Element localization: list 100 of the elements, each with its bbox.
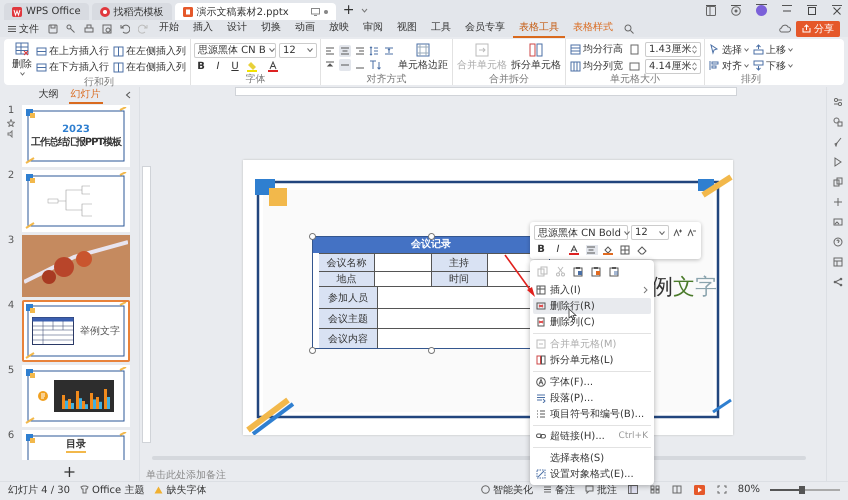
delete-button[interactable]: 删除 <box>11 41 33 77</box>
notes-button[interactable]: 备注 <box>542 482 575 496</box>
number-field[interactable]: 1.43厘米 <box>645 42 701 56</box>
text-direction-icon[interactable] <box>368 58 384 70</box>
file-menu-button[interactable]: 文件 <box>4 22 43 36</box>
align-button[interactable]: 对齐 <box>708 58 750 72</box>
print-icon[interactable] <box>84 24 94 34</box>
size-dropdown[interactable]: 12 <box>279 42 317 58</box>
insert-column-button[interactable]: 在右侧插入列 <box>112 60 187 74</box>
clipboard-icon[interactable] <box>591 266 602 277</box>
shrink-font-icon[interactable] <box>687 228 696 237</box>
sliders-icon[interactable] <box>832 97 842 107</box>
grow-font-icon[interactable] <box>673 228 682 237</box>
window-tab[interactable]: 演示文稿素材2.pptx <box>174 3 336 20</box>
bold-button[interactable]: B <box>194 60 208 72</box>
menu-item[interactable]: 超链接(H)... Ctrl+K <box>533 425 651 444</box>
share-button[interactable]: 分享 <box>796 20 840 36</box>
menu-item[interactable]: 项目符号和编号(B)... <box>533 406 651 422</box>
borders-icon[interactable] <box>620 244 632 254</box>
size-dropdown[interactable]: 12 <box>631 225 669 240</box>
menu-tab[interactable]: 审阅 <box>357 19 389 38</box>
menu-tab[interactable]: 动画 <box>289 19 321 38</box>
missing-font-button[interactable]: 缺失字体 <box>154 482 206 496</box>
slide-thumbnail[interactable]: 举例文字 <box>22 300 130 362</box>
preview-icon[interactable] <box>102 24 112 34</box>
avatar-icon[interactable] <box>756 4 767 16</box>
cloud-icon[interactable] <box>779 24 791 34</box>
search-icon[interactable] <box>624 24 634 34</box>
align-middle-icon[interactable] <box>339 58 351 70</box>
menu-tab[interactable]: 放映 <box>323 19 355 38</box>
collapse-icon[interactable] <box>125 91 131 99</box>
cell-margin-button[interactable]: 单元格边距 <box>397 42 449 73</box>
bring-forward-button[interactable]: 上移 <box>752 42 794 56</box>
italic-button[interactable]: I <box>211 60 225 72</box>
menu-tab[interactable]: 开始 <box>153 19 185 38</box>
window-tab[interactable]: 找稻壳模板 <box>92 3 172 20</box>
fill-color-icon[interactable] <box>603 244 615 254</box>
cross-arrows-icon[interactable] <box>832 197 842 207</box>
line-spacing-icon[interactable] <box>368 44 380 56</box>
menu-item[interactable]: 选择表格(S) <box>533 447 651 466</box>
animation-icon[interactable] <box>832 157 842 167</box>
panel-tab[interactable]: 大纲 <box>36 86 60 104</box>
panel-icon[interactable] <box>706 4 716 16</box>
align-center-icon[interactable] <box>339 44 351 56</box>
select-button[interactable]: 选择 <box>708 42 750 56</box>
font-dropdown[interactable]: 思源黑体 CN Bold <box>534 225 628 240</box>
paragraph-spacing-icon[interactable] <box>383 44 395 56</box>
underline-button[interactable]: U <box>228 60 242 72</box>
insert-column-button[interactable]: 在左侧插入列 <box>112 44 187 58</box>
book-icon[interactable] <box>672 485 682 494</box>
menu-tab[interactable]: 切换 <box>255 19 287 38</box>
font-dropdown[interactable]: 思源黑体 CN B <box>194 42 276 58</box>
bold-button[interactable]: B <box>534 243 548 256</box>
shapes-icon[interactable] <box>832 117 842 127</box>
number-field[interactable]: 4.14厘米 <box>645 58 701 74</box>
slide-thumbnail[interactable]: 2023 工作总结汇报PPT模板 <box>22 105 130 167</box>
maximize-icon[interactable] <box>807 4 817 16</box>
save-icon[interactable] <box>48 24 58 34</box>
slide-thumbnail[interactable]: 目录 <box>22 430 130 460</box>
menu-item[interactable]: 段落(P)... <box>533 390 651 406</box>
split-cells-button[interactable]: 拆分单元格 <box>510 42 562 73</box>
menu-item[interactable]: 拆分单元格(L) <box>533 352 651 368</box>
menu-tab[interactable]: 插入 <box>187 19 219 38</box>
new-tab-button[interactable]: + <box>338 2 358 18</box>
play-icon[interactable] <box>694 484 705 494</box>
copy-icon[interactable] <box>832 177 842 187</box>
send-backward-button[interactable]: 下移 <box>752 58 794 72</box>
eraser-icon[interactable] <box>637 244 647 254</box>
undo-icon[interactable] <box>120 24 130 34</box>
comments-button[interactable]: 批注 <box>584 482 617 496</box>
close-icon[interactable] <box>832 4 842 16</box>
clipboard-icon[interactable] <box>609 266 620 277</box>
beautify-button[interactable]: 智能美化 <box>480 482 533 496</box>
menu-item[interactable]: 设置对象格式(E)... <box>533 466 651 482</box>
menu-tab[interactable]: 设计 <box>221 19 253 38</box>
brush-icon[interactable] <box>832 137 842 147</box>
circle-icon[interactable] <box>731 4 741 16</box>
insert-row-button[interactable]: 在下方插入行 <box>35 60 110 74</box>
align-center-icon[interactable] <box>586 244 598 254</box>
caret-icon[interactable] <box>361 8 368 12</box>
insert-row-button[interactable]: 在上方插入行 <box>35 44 110 58</box>
clipboard-icon[interactable] <box>573 266 584 277</box>
image-icon[interactable] <box>832 217 842 227</box>
window-tab[interactable]: WPS Office <box>4 3 89 20</box>
menu-item[interactable]: 删除行(R) <box>533 298 651 314</box>
distribute-columns-button[interactable]: 均分列宽 <box>569 59 624 73</box>
theme-button[interactable]: Office 主题 <box>80 482 144 496</box>
menu-tab[interactable]: 视图 <box>391 19 423 38</box>
align-left-icon[interactable] <box>324 44 336 56</box>
share-nodes-icon[interactable] <box>832 277 842 287</box>
menu-item[interactable]: 字体(F)... <box>533 371 651 390</box>
font-color-icon[interactable] <box>569 244 581 254</box>
grid-view-icon[interactable] <box>650 485 660 494</box>
menu-tab[interactable]: 会员专享 <box>459 19 511 38</box>
italic-button[interactable]: I <box>551 243 565 256</box>
layout-icon[interactable] <box>832 257 842 267</box>
help-icon[interactable] <box>832 237 842 247</box>
distribute-rows-button[interactable]: 均分行高 <box>569 42 624 56</box>
add-slide-button[interactable]: + <box>58 462 80 481</box>
fit-icon[interactable] <box>716 485 727 494</box>
